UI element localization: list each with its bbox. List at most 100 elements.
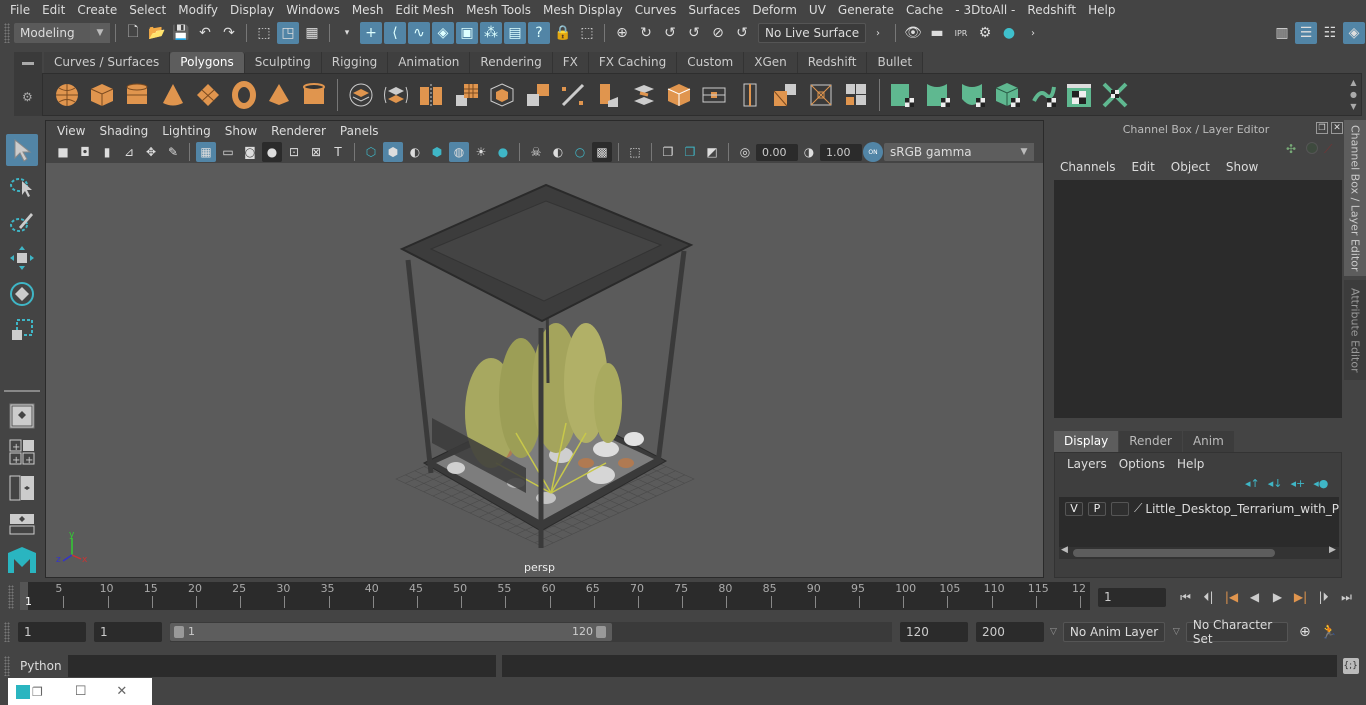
multi-cut-icon[interactable] [558,80,588,110]
uv-editor-icon[interactable] [1064,80,1094,110]
menu-generate[interactable]: Generate [832,3,900,17]
close-panel-icon[interactable]: ✕ [1331,122,1343,134]
select-dynamics-icon[interactable]: ⁂ [480,22,502,44]
lock-selection-icon[interactable]: 🔒 [552,22,574,44]
edge-loop-icon[interactable] [699,80,729,110]
save-scene-icon[interactable]: 💾 [170,22,192,44]
channel-menu-show[interactable]: Show [1218,160,1266,174]
expand-arrow-icon[interactable]: › [1022,22,1044,44]
motion-blur-icon[interactable]: ◐ [548,142,568,162]
mirror-icon[interactable] [416,80,446,110]
anim-layer-dropdown[interactable]: No Anim Layer [1062,622,1165,642]
select-deformations-icon[interactable]: ▣ [456,22,478,44]
select-component-icon[interactable]: ▦ [301,22,323,44]
grip-handle[interactable] [4,622,10,642]
layer-tab-display[interactable]: Display [1054,431,1119,452]
snap-grid-icon[interactable]: ⊕ [611,22,633,44]
open-scene-icon[interactable]: 📂 [146,22,168,44]
uv-spherical-icon[interactable] [958,80,988,110]
menu-select[interactable]: Select [123,3,172,17]
animation-start-field[interactable]: 1 [18,622,86,642]
exposure-icon[interactable]: ◎ [735,142,755,162]
hypershade-icon[interactable]: ● [998,22,1020,44]
poly-cube-icon[interactable] [87,80,117,110]
character-set-dropdown[interactable]: No Character Set [1185,618,1288,646]
shelf-scroll-dot-icon[interactable]: ● [1350,89,1357,101]
viewport-menu-shading[interactable]: Shading [92,124,155,138]
select-handles-icon[interactable]: + [360,22,382,44]
viewport-3d-scene[interactable]: y x z [46,163,1043,577]
grip-handle[interactable] [4,656,10,676]
image-plane-toggle-icon[interactable]: ◩ [702,142,722,162]
separate-icon[interactable] [381,80,411,110]
anim-layer-chevron-icon[interactable]: ▽ [1050,627,1057,637]
grease-pencil-icon[interactable]: ✎ [163,142,183,162]
shelf-settings-gear-icon[interactable]: ⚙ [22,90,33,104]
ipr-render-icon[interactable]: IPR [950,22,972,44]
command-language-label[interactable]: Python [20,659,62,673]
maximize-icon[interactable]: ☐ [75,684,87,699]
snap-view-plane-icon[interactable]: ⊘ [707,22,729,44]
scroll-right-icon[interactable]: ▶ [1329,545,1336,555]
hyper-icon[interactable]: ⟋ [1324,142,1332,157]
select-tool-icon[interactable] [6,134,38,166]
select-curves-icon[interactable]: ∿ [408,22,430,44]
grip-handle[interactable] [4,23,10,43]
channel-menu-object[interactable]: Object [1163,160,1218,174]
select-misc-icon[interactable]: ? [528,22,550,44]
bevel-icon[interactable] [487,80,517,110]
layer-menu-layers[interactable]: Layers [1061,457,1113,471]
layer-playback-toggle[interactable]: P [1088,501,1106,516]
single-perspective-layout-icon[interactable] [6,400,38,432]
wireframe-icon[interactable]: ⬡ [361,142,381,162]
menu-windows[interactable]: Windows [280,3,346,17]
animation-preferences-icon[interactable]: 🏃 [1318,621,1340,643]
channel-menu-channels[interactable]: Channels [1052,160,1124,174]
persp-graph-layout-icon[interactable] [6,508,38,540]
close-icon[interactable]: ✕ [116,684,127,699]
smooth-shade-icon[interactable]: ⬢ [383,142,403,162]
image-plane-icon[interactable]: ⊿ [119,142,139,162]
new-scene-icon[interactable]: 🗋 [122,22,144,44]
grip-handle[interactable] [8,585,14,609]
move-layer-up-icon[interactable]: ◂↑ [1245,477,1260,490]
uv-contour-icon[interactable] [1029,80,1059,110]
channel-menu-edit[interactable]: Edit [1124,160,1163,174]
make-live-icon[interactable]: ↺ [731,22,753,44]
combine-icon[interactable] [346,80,376,110]
select-rendering-icon[interactable]: ▤ [504,22,526,44]
channel-box-icon[interactable]: ◈ [1343,22,1365,44]
bookmark-icon[interactable]: ▮ [97,142,117,162]
play-backwards-icon[interactable]: ◀ [1243,587,1266,607]
poly-sphere-icon[interactable] [52,80,82,110]
go-to-end-icon[interactable]: ⏭ [1335,587,1358,607]
playback-end-field[interactable]: 120 [900,622,968,642]
tab-channel-box-layer-editor[interactable]: Channel Box / Layer Editor [1344,120,1366,276]
range-start-handle[interactable] [174,626,184,638]
shelf-tab-curves-surfaces[interactable]: Curves / Surfaces [44,52,171,73]
current-frame-field[interactable]: 1 [1098,587,1166,607]
layer-menu-options[interactable]: Options [1113,457,1171,471]
gamma-field[interactable]: 1.00 [820,143,862,161]
tool-settings-icon[interactable]: ☷ [1319,22,1341,44]
layer-horizontal-scrollbar[interactable]: ◀ ▶ [1059,545,1339,559]
reduce-icon[interactable] [523,80,553,110]
poly-cylinder-icon[interactable] [122,80,152,110]
ambient-occlusion-icon[interactable]: ☠ [526,142,546,162]
move-layer-down-icon[interactable]: ◂↓ [1268,477,1283,490]
selection-mask-dropdown-icon[interactable]: ▾ [336,22,358,44]
camera-attributes-icon[interactable]: ◘ [75,142,95,162]
snap-projected-center-icon[interactable]: ↺ [683,22,705,44]
shelf-tab-xgen[interactable]: XGen [744,52,798,73]
menu-display[interactable]: Display [224,3,280,17]
xray-icon[interactable]: ⬢ [427,142,447,162]
gate-mask-icon[interactable]: ● [262,142,282,162]
render-settings-icon[interactable]: ⚙ [974,22,996,44]
move-tool-icon[interactable] [6,242,38,274]
speed-toggle-icon[interactable] [1306,142,1318,154]
workspace-dropdown[interactable]: Modeling ▼ [14,23,110,43]
exposure-field[interactable]: 0.00 [756,143,798,161]
menu-redshift[interactable]: Redshift [1021,3,1082,17]
step-forward-frame-icon[interactable]: |⏵ [1312,587,1335,607]
wireframe-on-shaded-icon[interactable]: ◐ [405,142,425,162]
